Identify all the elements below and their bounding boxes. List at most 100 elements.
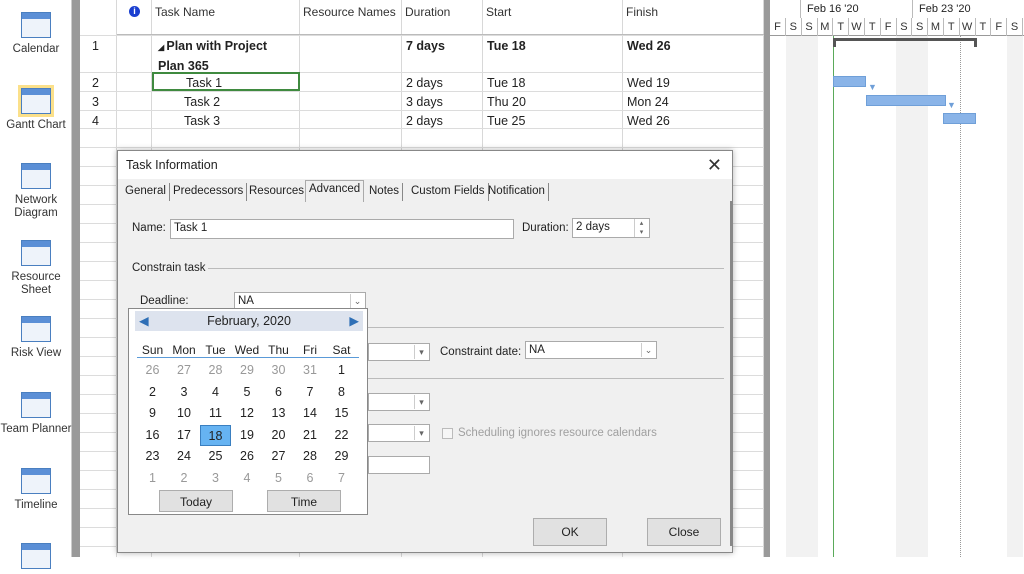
- finish-cell[interactable]: Wed 26: [623, 35, 675, 57]
- calendar-day[interactable]: 14: [295, 403, 326, 424]
- calendar-day[interactable]: 10: [169, 403, 200, 424]
- ignore-calendars-checkbox[interactable]: [442, 428, 453, 439]
- calendar-day[interactable]: 5: [232, 382, 263, 403]
- chevron-down-icon[interactable]: ▾: [414, 345, 428, 359]
- task-name-cell[interactable]: Task 3: [152, 110, 224, 132]
- calendar-day[interactable]: 21: [295, 425, 326, 446]
- tab-resources[interactable]: Resources: [246, 183, 308, 201]
- finish-cell[interactable]: Wed 26: [623, 110, 674, 132]
- calendar-day[interactable]: 1: [326, 360, 357, 381]
- chevron-down-icon[interactable]: ⌄: [641, 343, 655, 357]
- calendar-day[interactable]: 6: [295, 468, 326, 489]
- view-team-planner[interactable]: Team Planner: [0, 392, 72, 436]
- today-button[interactable]: Today: [159, 490, 233, 512]
- calendar-day[interactable]: 2: [137, 382, 168, 403]
- calendar-day[interactable]: 18: [200, 424, 231, 446]
- calendar-day[interactable]: 8: [326, 382, 357, 403]
- calendar-day[interactable]: 9: [137, 403, 168, 424]
- calendar-day[interactable]: 25: [200, 446, 231, 467]
- calendar-day[interactable]: 26: [137, 360, 168, 381]
- calendar-day[interactable]: 2: [169, 468, 200, 489]
- summary-bar[interactable]: [833, 38, 977, 41]
- tab-notes[interactable]: Notes: [366, 183, 404, 201]
- ok-button[interactable]: OK: [533, 518, 607, 546]
- calendar-day[interactable]: 6: [263, 382, 294, 403]
- calendar-day[interactable]: 29: [326, 446, 357, 467]
- calendar-day[interactable]: 3: [169, 382, 200, 403]
- duration-header[interactable]: Duration: [402, 0, 483, 35]
- calendar-dropdown[interactable]: ▾: [368, 424, 430, 442]
- calendar-day[interactable]: 15: [326, 403, 357, 424]
- time-button[interactable]: Time: [267, 490, 341, 512]
- calendar-day[interactable]: 22: [326, 425, 357, 446]
- calendar-day[interactable]: 1: [137, 468, 168, 489]
- task-type-dropdown[interactable]: ▾: [368, 393, 430, 411]
- task-name-cell[interactable]: ◢ Plan with Project Plan 365: [152, 35, 300, 77]
- calendar-day[interactable]: 27: [169, 360, 200, 381]
- calendar-day[interactable]: 13: [263, 403, 294, 424]
- calendar-day[interactable]: 30: [263, 360, 294, 381]
- tab-notification[interactable]: Notification: [485, 183, 549, 201]
- close-icon[interactable]: ✕: [707, 155, 722, 176]
- start-cell[interactable]: Tue 18: [483, 35, 530, 57]
- calendar-day[interactable]: 28: [200, 360, 231, 381]
- calendar-day[interactable]: 5: [263, 468, 294, 489]
- calendar-day[interactable]: 16: [137, 425, 168, 446]
- view-calendar[interactable]: Calendar: [0, 12, 72, 56]
- calendar-day[interactable]: 17: [169, 425, 200, 446]
- calendar-day[interactable]: 7: [295, 382, 326, 403]
- gantt-chart[interactable]: Feb 16 '20 Feb 23 '20 FSSMTWTFSSMTWTFS ▼…: [764, 0, 1024, 557]
- resource-names-header[interactable]: Resource Names: [300, 0, 402, 35]
- close-button[interactable]: Close: [647, 518, 721, 546]
- constraint-type-dropdown[interactable]: ▾: [368, 343, 430, 361]
- next-month-icon[interactable]: ▶: [349, 311, 359, 331]
- duration-cell[interactable]: 7 days: [402, 35, 449, 57]
- view-timeline[interactable]: Timeline: [0, 468, 72, 512]
- name-input[interactable]: Task 1: [170, 219, 514, 239]
- task-bar[interactable]: [833, 76, 866, 87]
- calendar-day[interactable]: 29: [232, 360, 263, 381]
- duration-cell[interactable]: 2 days: [402, 110, 447, 132]
- start-header[interactable]: Start: [483, 0, 623, 35]
- task-name-cell[interactable]: Task 1: [152, 72, 300, 91]
- tab-predecessors[interactable]: Predecessors: [170, 183, 248, 201]
- constraint-date-dropdown[interactable]: NA ⌄: [525, 341, 657, 359]
- calendar-day[interactable]: 12: [232, 403, 263, 424]
- calendar-day[interactable]: 26: [232, 446, 263, 467]
- tab-advanced[interactable]: Advanced: [305, 180, 365, 202]
- task-bar[interactable]: [943, 113, 976, 124]
- chevron-down-icon[interactable]: ▾: [414, 395, 428, 409]
- calendar-day[interactable]: 4: [232, 468, 263, 489]
- calendar-day[interactable]: 24: [169, 446, 200, 467]
- calendar-day[interactable]: 19: [232, 425, 263, 446]
- task-bar[interactable]: [866, 95, 946, 106]
- view-resource-sheet[interactable]: Resource Sheet: [0, 240, 72, 297]
- calendar-day[interactable]: 23: [137, 446, 168, 467]
- calendar-day[interactable]: 11: [200, 403, 231, 424]
- tab-general[interactable]: General: [122, 183, 170, 201]
- view-gantt-chart[interactable]: Gantt Chart: [0, 88, 72, 132]
- wbs-input[interactable]: [368, 456, 430, 474]
- prev-month-icon[interactable]: ◀: [139, 311, 149, 331]
- task-name-header[interactable]: Task Name: [152, 0, 300, 35]
- tab-custom-fields[interactable]: Custom Fields: [408, 183, 489, 201]
- calendar-day[interactable]: 31: [295, 360, 326, 381]
- calendar-day[interactable]: 3: [200, 468, 231, 489]
- view-risk-view[interactable]: Risk View: [0, 316, 72, 360]
- calendar-day[interactable]: 27: [263, 446, 294, 467]
- view-more[interactable]: [0, 543, 72, 574]
- chevron-down-icon[interactable]: ⌄: [350, 294, 364, 308]
- view-icon: [21, 543, 51, 569]
- duration-stepper[interactable]: 2 days ▴ ▾: [572, 218, 650, 238]
- view-network-diagram[interactable]: Network Diagram: [0, 163, 72, 220]
- calendar-day[interactable]: 28: [295, 446, 326, 467]
- info-column-header[interactable]: i: [117, 0, 152, 35]
- chevron-down-icon[interactable]: ▾: [414, 426, 428, 440]
- finish-header[interactable]: Finish: [623, 0, 764, 35]
- spin-icon[interactable]: ▴ ▾: [634, 219, 648, 237]
- splitter[interactable]: [72, 0, 80, 557]
- calendar-day[interactable]: 4: [200, 382, 231, 403]
- calendar-day[interactable]: 7: [326, 468, 357, 489]
- start-cell[interactable]: Tue 25: [483, 110, 529, 132]
- calendar-day[interactable]: 20: [263, 425, 294, 446]
